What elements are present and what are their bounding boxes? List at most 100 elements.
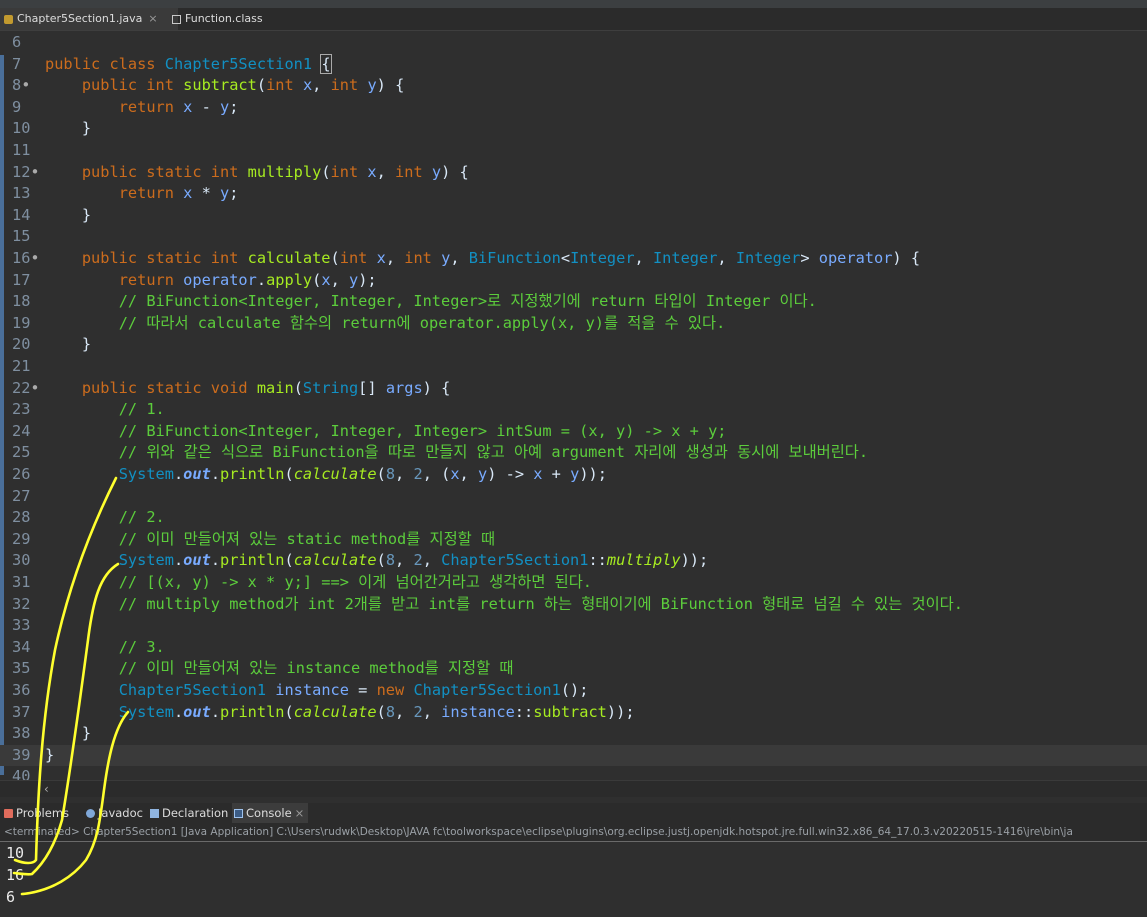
code-line[interactable]: 33 bbox=[0, 615, 1147, 637]
code-line[interactable]: 39} bbox=[0, 744, 1147, 767]
code-text: Chapter5Section1 instance = new Chapter5… bbox=[118, 681, 589, 699]
code-text: public static int multiply(int x, int y)… bbox=[81, 162, 469, 181]
code-line[interactable]: 16• public static int calculate(int x, i… bbox=[0, 248, 1147, 270]
code-line[interactable]: 9 return x - y; bbox=[0, 97, 1147, 119]
code-line[interactable]: 21 bbox=[0, 356, 1147, 378]
code-line[interactable]: 10 } bbox=[0, 118, 1147, 140]
code-text: // BiFunction<Integer, Integer, Integer>… bbox=[118, 421, 727, 440]
console-line: 16 bbox=[6, 866, 25, 884]
line-number: 33 bbox=[12, 616, 31, 635]
chevron-left-icon[interactable]: ‹ bbox=[44, 781, 49, 797]
code-text: // 따라서 calculate 함수의 return에 operator.ap… bbox=[118, 313, 726, 332]
code-line[interactable]: 22• public static void main(String[] arg… bbox=[0, 378, 1147, 400]
line-number: 19 bbox=[12, 313, 31, 332]
code-line[interactable]: 25 // 위와 같은 식으로 BiFunction을 따로 만들지 않고 아예… bbox=[0, 442, 1147, 464]
line-number: 34 bbox=[12, 637, 31, 656]
code-line[interactable]: 32 // multiply method가 int 2개를 받고 int를 r… bbox=[0, 594, 1147, 616]
code-line[interactable]: 37 System.out.println(calculate(8, 2, in… bbox=[0, 702, 1147, 724]
code-text: // 1. bbox=[118, 400, 165, 419]
line-number: 8• bbox=[12, 76, 31, 95]
code-line[interactable]: 38 } bbox=[0, 723, 1147, 745]
console-status: <terminated> Chapter5Section1 [Java Appl… bbox=[0, 823, 1147, 842]
code-line[interactable]: 6 bbox=[0, 32, 1147, 54]
code-text: } bbox=[45, 335, 92, 354]
horizontal-scrollbar[interactable]: ‹ bbox=[0, 780, 1147, 797]
line-number: 40 bbox=[12, 767, 31, 780]
code-line[interactable]: 30 System.out.println(calculate(8, 2, Ch… bbox=[0, 550, 1147, 572]
code-line[interactable]: 14 } bbox=[0, 205, 1147, 227]
code-text: // 위와 같은 식으로 BiFunction을 따로 만들지 않고 아예 ar… bbox=[118, 443, 869, 462]
line-number: 20 bbox=[12, 335, 31, 354]
console-output[interactable]: 10 16 6 bbox=[0, 842, 1147, 917]
tab-javadoc[interactable]: Javadoc bbox=[86, 803, 143, 823]
code-text: // 이미 만들어져 있는 instance method를 지정할 때 bbox=[118, 659, 514, 678]
fold-marker-icon[interactable]: • bbox=[30, 379, 39, 397]
tab-label: Chapter5Section1.java bbox=[17, 12, 143, 25]
tab-declaration[interactable]: Declaration bbox=[150, 803, 228, 823]
code-line[interactable]: 18 // BiFunction<Integer, Integer, Integ… bbox=[0, 291, 1147, 313]
problems-icon bbox=[4, 808, 13, 818]
line-number: 13 bbox=[12, 184, 31, 203]
code-line[interactable]: 8• public int subtract(int x, int y) { bbox=[0, 75, 1147, 97]
code-line[interactable]: 28 // 2. bbox=[0, 507, 1147, 529]
tab-problems[interactable]: Problems bbox=[4, 803, 69, 823]
code-text: } bbox=[45, 119, 92, 138]
code-text: // BiFunction<Integer, Integer, Integer>… bbox=[118, 292, 817, 311]
console-icon bbox=[234, 808, 243, 818]
code-line[interactable]: 27 bbox=[0, 486, 1147, 508]
fold-marker-icon[interactable]: • bbox=[30, 249, 39, 267]
code-line[interactable]: 24 // BiFunction<Integer, Integer, Integ… bbox=[0, 421, 1147, 443]
console-line: 6 bbox=[6, 888, 16, 906]
tab-label: Declaration bbox=[162, 806, 229, 820]
line-number: 26 bbox=[12, 465, 31, 483]
code-text: return x - y; bbox=[118, 97, 239, 116]
tab-label: Function.class bbox=[185, 12, 263, 25]
fold-marker-icon[interactable]: • bbox=[21, 76, 30, 94]
code-line[interactable]: 13 return x * y; bbox=[0, 183, 1147, 205]
tab-label: Javadoc bbox=[98, 806, 143, 820]
code-text: // 이미 만들어져 있는 static method를 지정할 때 bbox=[118, 529, 496, 548]
line-number: 18 bbox=[12, 292, 31, 311]
code-line[interactable]: 31 // [(x, y) -> x * y;] ==> 이게 넘어간거라고 생… bbox=[0, 572, 1147, 594]
line-number: 11 bbox=[12, 141, 31, 159]
window-top-strip bbox=[0, 0, 1147, 8]
code-text: return x * y; bbox=[118, 184, 239, 203]
code-line[interactable]: 17 return operator.apply(x, y); bbox=[0, 270, 1147, 292]
line-number: 15 bbox=[12, 227, 31, 246]
code-line[interactable]: 35 // 이미 만들어져 있는 instance method를 지정할 때 bbox=[0, 658, 1147, 680]
code-text: // 2. bbox=[118, 508, 165, 527]
code-text: // [(x, y) -> x * y;] ==> 이게 넘어간거라고 생각하면… bbox=[118, 573, 592, 591]
line-number: 27 bbox=[12, 486, 31, 505]
code-line[interactable]: 19 // 따라서 calculate 함수의 return에 operator… bbox=[0, 313, 1147, 335]
code-line[interactable]: 20 } bbox=[0, 334, 1147, 356]
declaration-icon bbox=[150, 808, 159, 818]
editor-tab-bar: Chapter5Section1.java × Function.class bbox=[0, 8, 1147, 31]
tab-function-class[interactable]: Function.class bbox=[168, 8, 267, 30]
code-line[interactable]: 15 bbox=[0, 226, 1147, 248]
tab-console[interactable]: Console × bbox=[232, 803, 309, 823]
code-line[interactable]: 26 System.out.println(calculate(8, 2, (x… bbox=[0, 464, 1147, 486]
code-line[interactable]: 12• public static int multiply(int x, in… bbox=[0, 162, 1147, 184]
close-icon[interactable]: × bbox=[148, 8, 157, 30]
fold-marker-icon[interactable]: • bbox=[30, 163, 39, 181]
code-text: System.out.println(calculate(8, 2, insta… bbox=[118, 702, 635, 721]
java-file-icon bbox=[4, 14, 13, 24]
line-number: 31 bbox=[12, 573, 31, 591]
close-icon[interactable]: × bbox=[295, 803, 305, 823]
line-number: 24 bbox=[12, 421, 31, 440]
code-line[interactable]: 29 // 이미 만들어져 있는 static method를 지정할 때 bbox=[0, 529, 1147, 551]
line-number: 23 bbox=[12, 400, 31, 419]
line-number: 29 bbox=[12, 529, 31, 548]
line-number: 28 bbox=[12, 508, 31, 527]
code-line[interactable]: 11 bbox=[0, 140, 1147, 162]
line-number: 16• bbox=[12, 249, 40, 267]
code-line[interactable]: 40 bbox=[0, 766, 1147, 780]
code-line[interactable]: 34 // 3. bbox=[0, 637, 1147, 659]
code-line[interactable]: 36 Chapter5Section1 instance = new Chapt… bbox=[0, 680, 1147, 702]
code-editor[interactable]: 6 7 public class Chapter5Section1 {8• publ… bbox=[0, 31, 1147, 780]
tab-chapter5section1-java[interactable]: Chapter5Section1.java × bbox=[0, 8, 178, 30]
code-line[interactable]: 23 // 1. bbox=[0, 399, 1147, 421]
line-number: 7 bbox=[12, 54, 22, 73]
line-number: 38 bbox=[12, 724, 31, 743]
code-line[interactable]: 7 public class Chapter5Section1 { bbox=[0, 53, 1147, 76]
